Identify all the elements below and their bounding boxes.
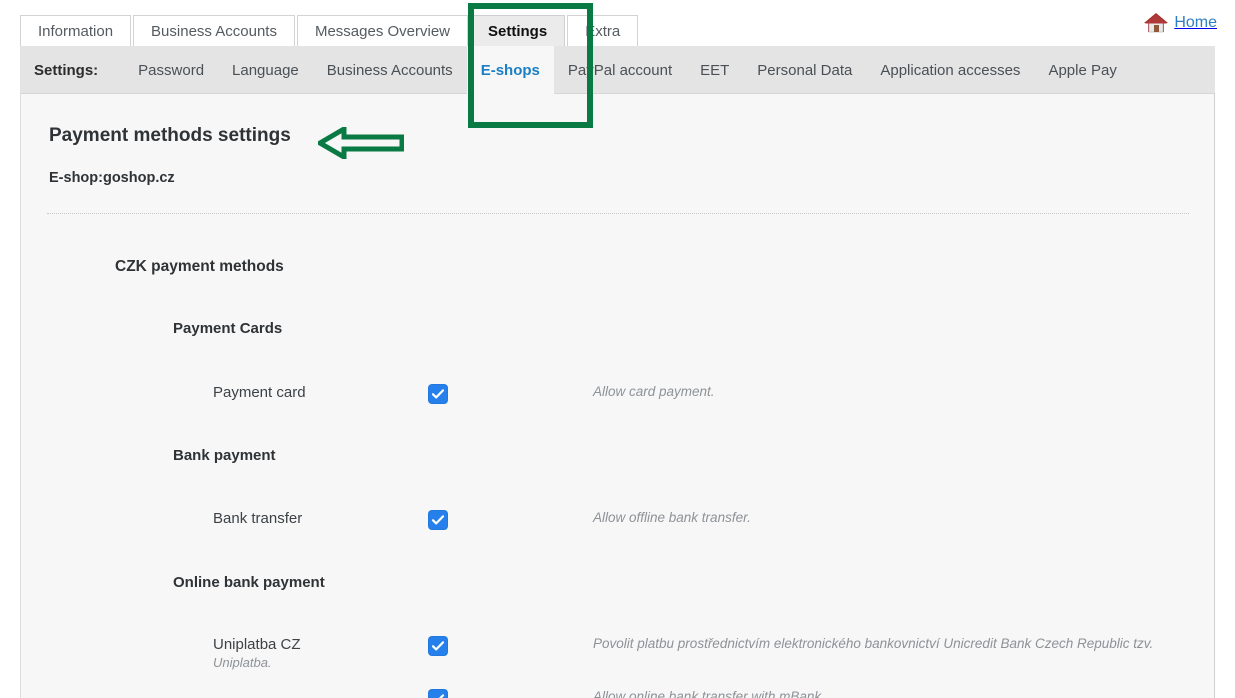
tab-business-accounts[interactable]: Business Accounts	[133, 15, 295, 46]
payment-method-row: Uniplatba CZ Uniplatba. Povolit platbu pro…	[21, 636, 1214, 670]
group-heading: Bank payment	[173, 447, 276, 464]
tab-messages-overview[interactable]: Messages Overview	[296, 15, 468, 46]
subnav-item-application-accesses[interactable]: Application accesses	[866, 46, 1034, 94]
subnav-item-business-accounts[interactable]: Business Accounts	[313, 46, 467, 94]
tab-information[interactable]: Information	[20, 15, 132, 46]
subnav-item-eet[interactable]: EET	[686, 46, 743, 94]
group-heading: Online bank payment	[173, 574, 325, 591]
payment-method-checkbox[interactable]	[429, 637, 447, 655]
eshop-name: E-shop:goshop.cz	[49, 170, 175, 186]
subnav-item-personal-data[interactable]: Personal Data	[743, 46, 866, 94]
payment-method-checkbox[interactable]	[429, 690, 447, 698]
tab-extra[interactable]: Extra	[567, 15, 639, 46]
subnav-item-paypal-account[interactable]: PayPal account	[554, 46, 686, 94]
subnav-item-apple-pay[interactable]: Apple Pay	[1034, 46, 1130, 94]
payment-method-description: Allow card payment.	[593, 384, 715, 399]
payment-method-checkbox[interactable]	[429, 385, 447, 403]
payment-method-row: Payment card Allow card payment.	[21, 384, 1214, 414]
settings-subnav: Settings: Password Language Business Accou…	[20, 46, 1215, 94]
section-divider	[47, 213, 1189, 214]
currency-heading: CZK payment methods	[115, 258, 284, 275]
payment-method-description: Allow online bank transfer with mBank.	[593, 689, 825, 698]
payment-method-sublabel: Uniplatba.	[213, 655, 272, 670]
subnav-title: Settings:	[34, 61, 99, 79]
content-panel: Payment methods settings E-shop:goshop.c…	[20, 94, 1215, 698]
subnav-item-language[interactable]: Language	[218, 46, 313, 94]
home-label: Home	[1174, 14, 1217, 31]
payment-method-description: Povolit platbu prostřednictvím elektroni…	[593, 636, 1154, 651]
primary-tabs: Information Business Accounts Messages Ove…	[20, 13, 640, 46]
payment-method-label: Payment card	[213, 384, 306, 401]
payment-method-description: Allow offline bank transfer.	[593, 510, 751, 525]
page-title: Payment methods settings	[49, 125, 291, 146]
top-tab-bar: Information Business Accounts Messages Ove…	[0, 0, 1235, 46]
home-icon	[1143, 10, 1169, 36]
subnav-item-password[interactable]: Password	[124, 46, 218, 94]
payment-method-row: Allow online bank transfer with mBank.	[21, 689, 1214, 698]
subnav-item-e-shops[interactable]: E-shops	[466, 46, 554, 94]
home-link[interactable]: Home	[1143, 10, 1217, 36]
tab-settings[interactable]: Settings	[470, 15, 566, 46]
payment-method-checkbox[interactable]	[429, 511, 447, 529]
payment-method-label: Uniplatba CZ	[213, 636, 301, 653]
group-heading: Payment Cards	[173, 320, 283, 337]
payment-method-label: Bank transfer	[213, 510, 303, 527]
subnav-items: Password Language Business Accounts E-shops…	[124, 46, 1131, 94]
payment-method-row: Bank transfer Allow offline bank transfer…	[21, 510, 1214, 540]
